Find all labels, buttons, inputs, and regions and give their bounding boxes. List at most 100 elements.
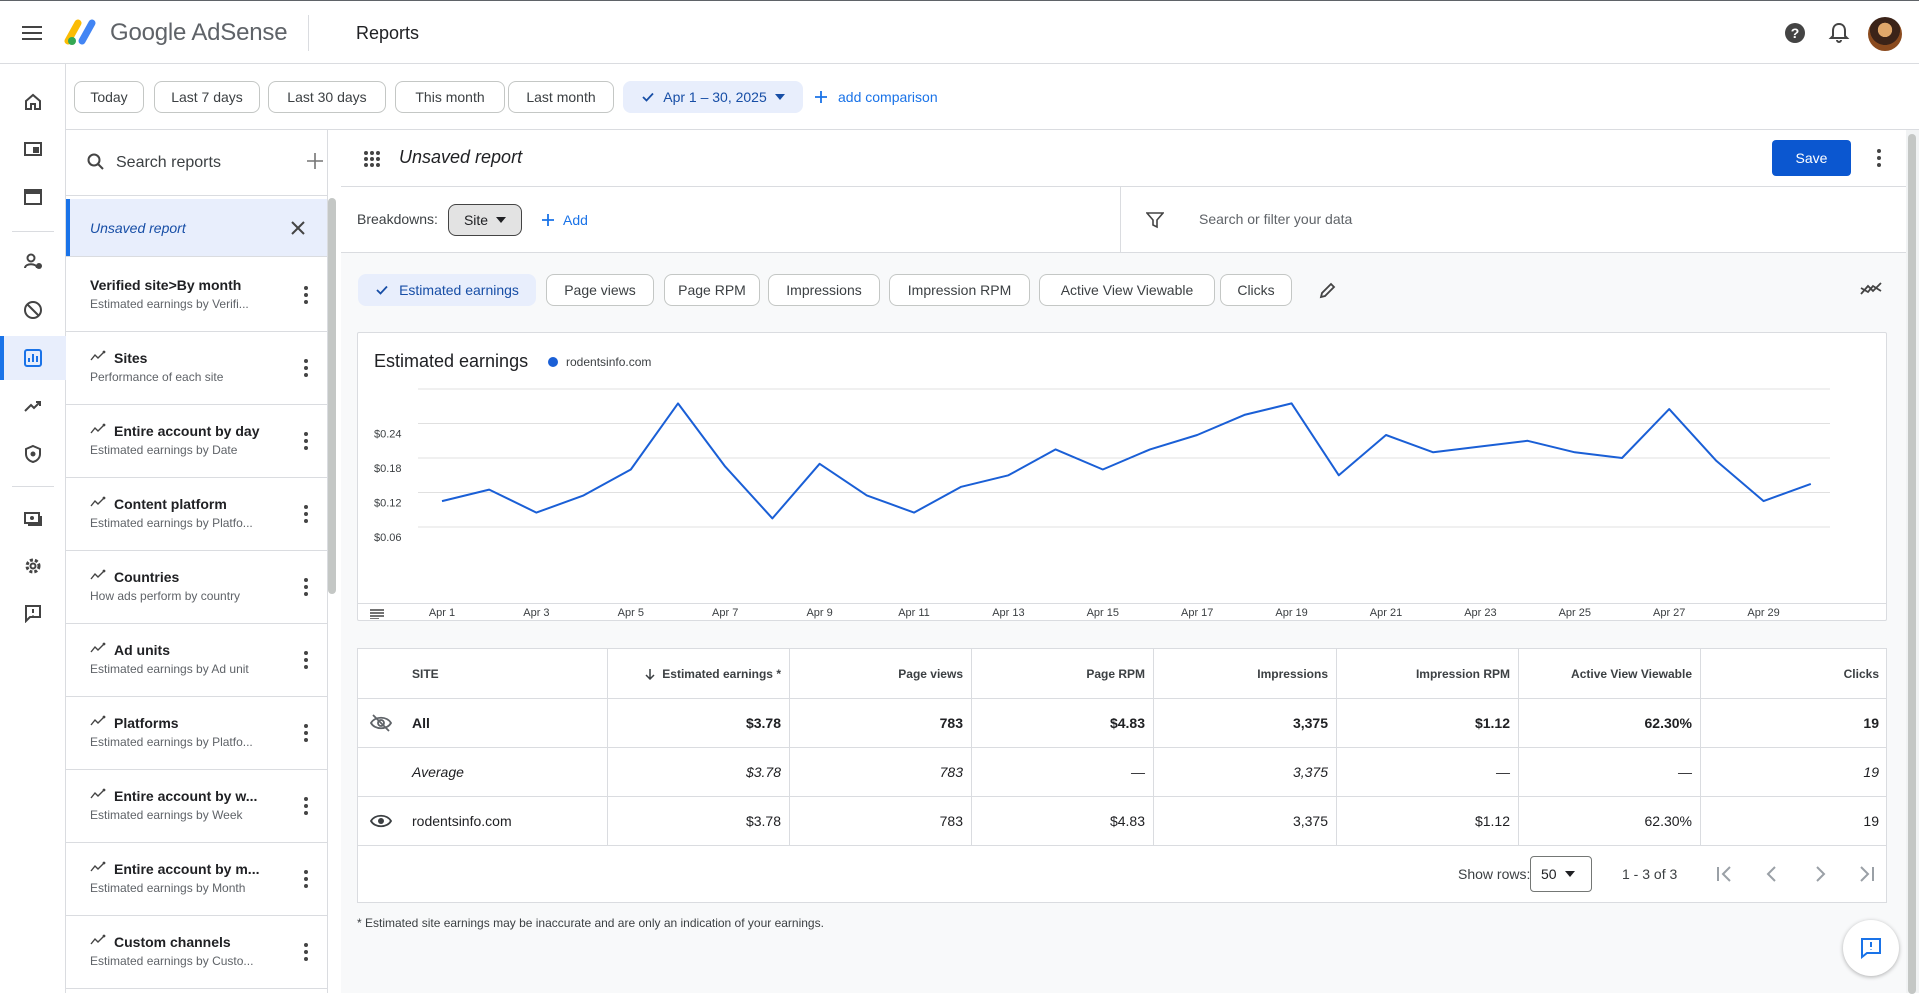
date-preset-this-month[interactable]: This month [395, 81, 505, 113]
data-point[interactable] [911, 510, 917, 516]
data-point[interactable] [1289, 400, 1295, 406]
sidebar-item-unsaved-report[interactable]: Unsaved report [66, 199, 327, 257]
main-menu-icon[interactable] [20, 22, 44, 44]
more-options-icon[interactable] [294, 575, 318, 599]
new-report-plus-icon[interactable] [304, 150, 326, 172]
data-point[interactable] [439, 498, 445, 504]
data-point[interactable] [1194, 432, 1200, 438]
more-options-icon[interactable] [294, 648, 318, 672]
sidebar-item-report[interactable]: Entire account by w... Estimated earnings… [66, 770, 327, 843]
main-scrollbar[interactable] [1906, 130, 1919, 994]
series-line-rodentsinfo[interactable] [441, 402, 1812, 520]
metric-chip[interactable]: Impression RPM [889, 274, 1030, 306]
column-header[interactable]: Impression RPM [1337, 649, 1519, 698]
sidebar-item-report[interactable]: Ad units Estimated earnings by Ad unit [66, 624, 327, 697]
more-options-icon[interactable] [294, 502, 318, 526]
column-header[interactable]: Active View Viewable [1519, 649, 1701, 698]
reports-icon[interactable] [0, 336, 66, 380]
help-icon[interactable]: ? [1783, 21, 1807, 45]
more-options-icon[interactable] [294, 283, 318, 307]
visibility-off-icon[interactable] [370, 714, 392, 732]
filter-icon[interactable] [1146, 211, 1164, 229]
data-point[interactable] [486, 487, 492, 493]
data-point[interactable] [1053, 446, 1059, 452]
settings-icon[interactable] [0, 544, 66, 588]
data-point[interactable] [817, 461, 823, 467]
data-point[interactable] [1336, 472, 1342, 478]
more-options-icon[interactable] [294, 356, 318, 380]
data-point[interactable] [769, 515, 775, 521]
data-point[interactable] [1666, 406, 1672, 412]
sidebar-item-report[interactable]: Platforms Estimated earnings by Platfo... [66, 697, 327, 770]
more-options-icon[interactable] [294, 429, 318, 453]
date-preset-last-7-days[interactable]: Last 7 days [154, 81, 260, 113]
visibility-icon[interactable] [370, 812, 392, 830]
payments-icon[interactable] [0, 496, 66, 540]
metric-chip[interactable]: Active View Viewable [1039, 274, 1215, 306]
chart-toggle-icon[interactable] [1860, 282, 1882, 296]
blocking-controls-icon[interactable] [0, 288, 66, 332]
ads-icon[interactable] [0, 127, 66, 171]
privacy-messaging-icon[interactable] [0, 239, 66, 283]
chart-data-table-icon[interactable] [370, 609, 384, 619]
filter-search-input[interactable]: Search or filter your data [1199, 211, 1352, 227]
data-point[interactable] [958, 484, 964, 490]
more-options-icon[interactable] [1867, 146, 1891, 170]
data-point[interactable] [1383, 432, 1389, 438]
data-point[interactable] [1005, 472, 1011, 478]
more-options-icon[interactable] [294, 794, 318, 818]
report-name[interactable]: Unsaved report [399, 147, 522, 168]
column-header[interactable]: Impressions [1154, 649, 1337, 698]
column-header[interactable]: Clicks [1701, 649, 1887, 698]
metric-chip[interactable]: Page views [546, 274, 654, 306]
data-point[interactable] [1619, 455, 1625, 461]
data-point[interactable] [1430, 449, 1436, 455]
earnings-line-chart[interactable]: $0.24 $0.18 $0.12 $0.06 Apr 1 Apr 3 Apr 5 Apr 7… [358, 333, 1886, 622]
breakdown-site-chip[interactable]: Site [448, 204, 522, 236]
close-icon[interactable] [291, 221, 305, 235]
previous-page-icon[interactable] [1760, 862, 1784, 886]
data-point[interactable] [1477, 444, 1483, 450]
sidebar-item-report[interactable]: Verified site>By month Estimated earnings… [66, 259, 327, 332]
apps-grid-icon[interactable] [363, 150, 381, 168]
add-breakdown-button[interactable]: Add [541, 204, 588, 236]
support-chat-button[interactable] [1843, 920, 1899, 976]
data-point[interactable] [1147, 446, 1153, 452]
first-page-icon[interactable] [1712, 862, 1736, 886]
more-options-icon[interactable] [294, 721, 318, 745]
data-point[interactable] [722, 464, 728, 470]
metric-chip[interactable]: Page RPM [664, 274, 760, 306]
policy-center-icon[interactable] [0, 432, 66, 476]
column-header[interactable]: Estimated earnings * [608, 649, 790, 698]
next-page-icon[interactable] [1808, 862, 1832, 886]
home-icon[interactable] [0, 80, 66, 124]
metric-chip[interactable]: Estimated earnings [358, 274, 536, 306]
data-point[interactable] [581, 492, 587, 498]
data-point[interactable] [628, 467, 634, 473]
table-row[interactable]: Average $3.78 783—3,375— —19 [358, 748, 1886, 797]
sidebar-item-report[interactable]: Entire account by day Estimated earnings … [66, 405, 327, 478]
sidebar-item-report[interactable]: Countries How ads perform by country [66, 551, 327, 624]
data-point[interactable] [1572, 449, 1578, 455]
rows-per-page-select[interactable]: 50 [1530, 856, 1592, 892]
sidebar-item-report[interactable]: Custom channels Estimated earnings by Cus… [66, 916, 327, 989]
date-preset-today[interactable]: Today [74, 81, 144, 113]
data-point[interactable] [864, 492, 870, 498]
more-options-icon[interactable] [294, 867, 318, 891]
table-row[interactable]: rodentsinfo.com $3.78 783 $4.83 3,375 $1.12 62… [358, 797, 1886, 846]
data-point[interactable] [1100, 467, 1106, 473]
search-reports-row[interactable]: Search reports [66, 130, 327, 196]
data-point[interactable] [675, 400, 681, 406]
optimization-icon[interactable] [0, 384, 66, 428]
date-preset-last-30-days[interactable]: Last 30 days [268, 81, 386, 113]
sidebar-item-report[interactable]: Sites Performance of each site [66, 332, 327, 405]
data-point[interactable] [1241, 412, 1247, 418]
sidebar-item-report[interactable]: Entire account by m... Estimated earnings… [66, 843, 327, 916]
column-header[interactable]: SITE [358, 649, 608, 698]
data-point[interactable] [1525, 438, 1531, 444]
data-point[interactable] [1808, 481, 1814, 487]
data-point[interactable] [533, 510, 539, 516]
account-avatar[interactable] [1868, 17, 1902, 51]
sidebar-scrollbar[interactable] [328, 198, 336, 594]
metric-chip[interactable]: Clicks [1220, 274, 1292, 306]
